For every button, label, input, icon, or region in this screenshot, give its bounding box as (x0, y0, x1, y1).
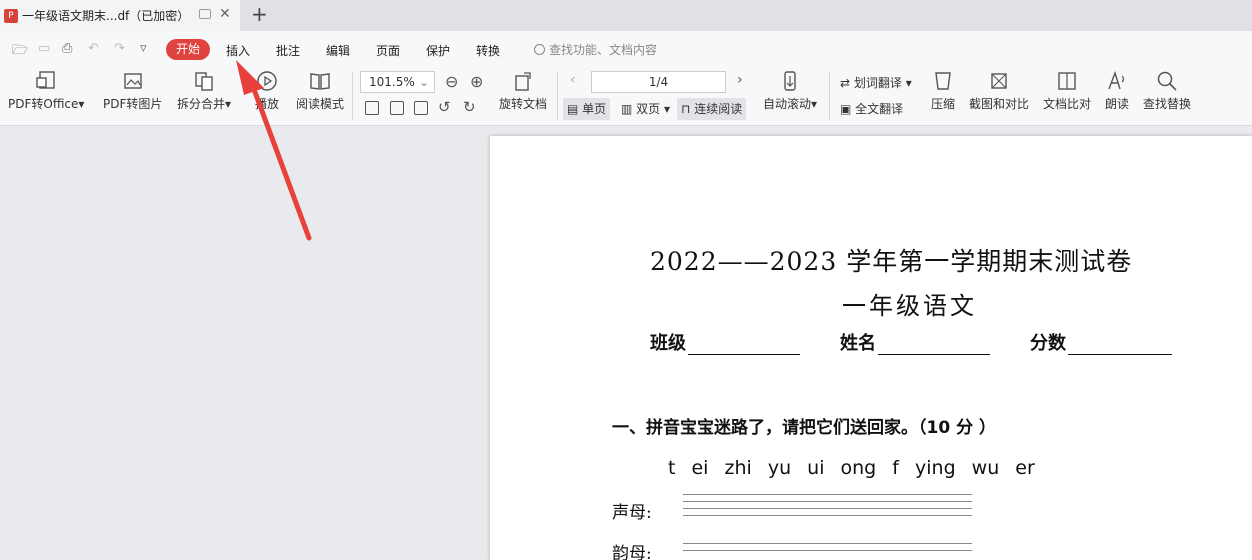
divider (557, 72, 558, 120)
rotate-document-button[interactable]: 旋转文档 (499, 70, 547, 112)
menu-page[interactable]: 页面 (376, 42, 400, 59)
more-icon[interactable]: ▿ (140, 41, 147, 56)
menu-edit[interactable]: 编辑 (326, 42, 350, 59)
exam-title: 2022——2023 学年第一学期期末测试卷 (650, 247, 1133, 276)
search-icon (1157, 71, 1177, 91)
image-icon (123, 73, 142, 89)
function-search[interactable]: 查找功能、文档内容 (534, 41, 657, 58)
play-button[interactable]: 播放 (255, 70, 279, 112)
menu-bar: 🗁 ▭ ⎙ ↶ ↷ ▿ 开始 插入 批注 编辑 页面 保护 转换 查找功能、文档… (0, 31, 1252, 66)
fit-width-icon[interactable] (414, 101, 428, 115)
save-icon[interactable]: ▭ (38, 41, 50, 56)
read-aloud-icon (1108, 70, 1125, 90)
book-icon (310, 73, 330, 90)
rotate-left-icon[interactable]: ↺ (438, 98, 451, 116)
tab-title: 一年级语文期末...df（已加密） (22, 9, 190, 23)
menu-convert[interactable]: 转换 (476, 42, 500, 59)
pdf-file-icon: P (4, 8, 18, 23)
writing-lines (683, 494, 972, 522)
prev-page-icon[interactable]: ‹ (570, 72, 576, 88)
zoom-in-icon[interactable]: ⊕ (470, 72, 483, 91)
translate-icon: ⇄ (840, 76, 851, 90)
split-merge-button[interactable]: 拆分合并▾ (177, 70, 231, 112)
word-translate-button[interactable]: ⇄ 划词翻译 ▾ (840, 74, 912, 91)
writing-lines (683, 543, 972, 560)
play-icon (257, 71, 277, 91)
continuous-read-button[interactable]: ⊓ 连续阅读 (677, 98, 747, 120)
screenshot-icon (991, 73, 1007, 89)
auto-scroll-icon (784, 71, 796, 91)
pinyin-list: t ei zhi yu ui ong f ying wu er (668, 457, 1035, 479)
double-page-button[interactable]: ▥ 双页 ▾ (617, 98, 674, 120)
rotate-document-icon (515, 72, 531, 91)
divider (829, 72, 830, 120)
full-translate-button[interactable]: ▣ 全文翻译 (840, 100, 903, 117)
compress-icon (935, 72, 951, 90)
close-tab-icon[interactable]: ✕ (219, 6, 231, 22)
question-1: 一、拼音宝宝迷路了，请把它们送回家。（10 分 ） (612, 418, 996, 438)
page-number-input[interactable]: 1/4 (591, 71, 726, 93)
full-translate-icon: ▣ (840, 102, 852, 116)
split-merge-icon (195, 72, 213, 91)
next-page-icon[interactable]: › (737, 72, 743, 88)
search-icon (534, 44, 545, 55)
read-aloud-button[interactable]: 朗读 (1105, 70, 1129, 112)
exam-subtitle: 一年级语文 (842, 292, 977, 320)
compress-button[interactable]: 压缩 (931, 70, 955, 112)
pdf-to-office-button[interactable]: PDF转Office▾ (8, 70, 84, 112)
fit-page-icon[interactable] (390, 101, 404, 115)
score-field: 分数 (1030, 329, 1172, 355)
compare-icon (1058, 72, 1076, 90)
read-mode-button[interactable]: 阅读模式 (296, 70, 344, 112)
chevron-down-icon: ⌄ (418, 75, 429, 89)
pdf-to-office-icon (36, 71, 55, 89)
single-page-button[interactable]: ▤ 单页 (563, 98, 611, 120)
screenshot-compare-button[interactable]: 截图和对比 (969, 70, 1029, 112)
pdf-page: 2022——2023 学年第一学期期末测试卷 一年级语文 班级 姓名 分数 一、… (490, 136, 1252, 560)
menu-start[interactable]: 开始 (166, 39, 210, 60)
finals-label: 韵母: (612, 544, 652, 560)
single-page-icon: ▤ (567, 102, 579, 116)
document-workspace[interactable]: 2022——2023 学年第一学期期末测试卷 一年级语文 班级 姓名 分数 一、… (0, 127, 1252, 560)
double-page-icon: ▥ (621, 102, 633, 116)
rotate-right-icon[interactable]: ↻ (463, 98, 476, 116)
class-field: 班级 (650, 329, 800, 355)
tab-bar: P 一年级语文期末...df（已加密） ✕ + (0, 0, 1252, 31)
document-tab[interactable]: P 一年级语文期末...df（已加密） ✕ (0, 0, 240, 31)
pdf-to-image-button[interactable]: PDF转图片 (103, 70, 162, 112)
menu-insert[interactable]: 插入 (226, 42, 250, 59)
continuous-icon: ⊓ (681, 102, 691, 116)
menu-annotate[interactable]: 批注 (276, 42, 300, 59)
print-icon[interactable]: ⎙ (62, 41, 72, 56)
redo-icon[interactable]: ↷ (114, 41, 125, 56)
menu-protect[interactable]: 保护 (426, 42, 450, 59)
initials-label: 声母: (612, 503, 652, 523)
auto-scroll-button[interactable]: 自动滚动▾ (763, 70, 817, 112)
ribbon-toolbar: PDF转Office▾ PDF转图片 拆分合并▾ 播放 阅读模式 101.5% ⌄… (0, 66, 1252, 126)
zoom-out-icon[interactable]: ⊖ (445, 72, 458, 91)
name-field: 姓名 (840, 329, 990, 355)
search-placeholder: 查找功能、文档内容 (549, 43, 658, 57)
new-tab-button[interactable]: + (251, 4, 268, 24)
divider (352, 72, 353, 120)
undo-icon[interactable]: ↶ (88, 41, 99, 56)
open-icon[interactable]: 🗁 (12, 41, 28, 63)
zoom-select[interactable]: 101.5% ⌄ (360, 71, 435, 93)
find-replace-button[interactable]: 查找替换 (1143, 70, 1191, 112)
doc-compare-button[interactable]: 文档比对 (1043, 70, 1091, 112)
actual-size-icon[interactable] (365, 101, 379, 115)
pin-icon[interactable] (199, 9, 211, 19)
